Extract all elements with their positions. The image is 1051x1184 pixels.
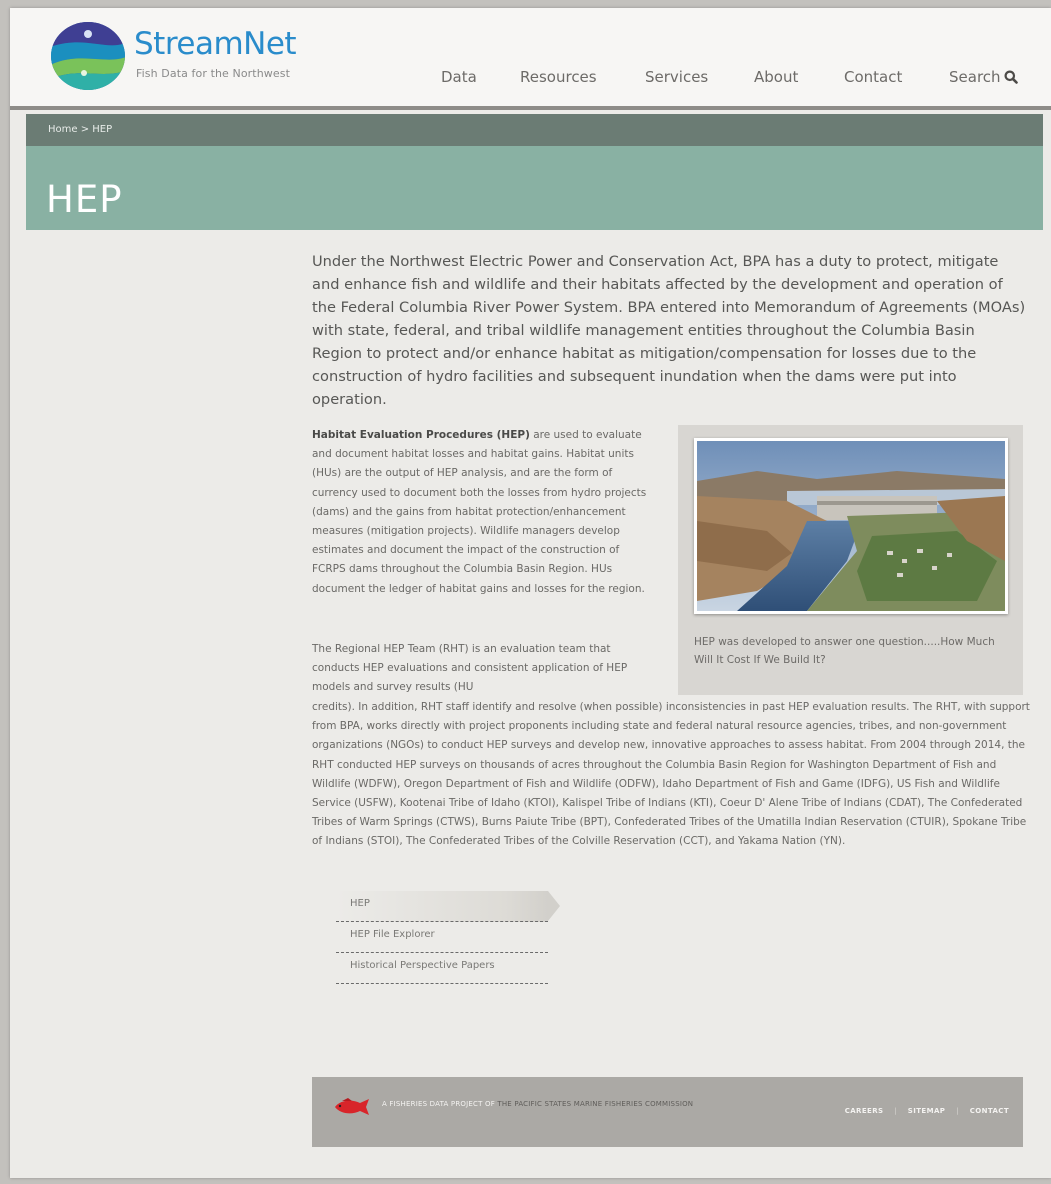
subnav-item-label: HEP [350, 898, 370, 909]
subnav-item-label: Historical Perspective Papers [350, 960, 495, 971]
psmfc-link[interactable]: THE PACIFIC STATES MARINE FISHERIES COMM… [497, 1100, 693, 1108]
section-subnav: HEP HEP File Explorer Historical Perspec… [336, 891, 566, 984]
site-footer: A FISHERIES DATA PROJECT OF THE PACIFIC … [312, 1077, 1023, 1147]
rht-paragraph-rest: credits). In addition, RHT staff identif… [312, 701, 1030, 848]
footer-credit: A FISHERIES DATA PROJECT OF THE PACIFIC … [382, 1100, 693, 1108]
subnav-item-label: HEP File Explorer [350, 929, 435, 940]
footer-separator: | [956, 1107, 959, 1115]
breadcrumb-text[interactable]: Home > HEP [48, 124, 112, 135]
content-area: Home > HEP HEP Under the Northwest Elect… [26, 114, 1043, 1172]
fish-logo-icon[interactable] [332, 1097, 372, 1121]
title-band: HEP [26, 146, 1043, 230]
dam-figure: HEP was developed to answer one question… [678, 425, 1023, 695]
hep-bold-term: Habitat Evaluation Procedures (HEP) [312, 429, 530, 441]
nav-search[interactable]: Search [949, 68, 1018, 88]
nav-about[interactable]: About [754, 68, 798, 86]
subnav-item-hep[interactable]: HEP [336, 891, 560, 922]
rht-paragraph-start: The Regional HEP Team (RHT) is an evalua… [312, 643, 628, 694]
nav-data[interactable]: Data [441, 68, 477, 86]
footer-careers-link[interactable]: CAREERS [845, 1107, 884, 1115]
footer-separator: | [894, 1107, 897, 1115]
footer-sitemap-link[interactable]: SITEMAP [908, 1107, 946, 1115]
lead-paragraph: Under the Northwest Electric Power and C… [312, 253, 1026, 408]
figure-caption: HEP was developed to answer one question… [694, 636, 995, 666]
subnav-item-historical-papers[interactable]: Historical Perspective Papers [336, 953, 548, 984]
footer-credit-prefix: A FISHERIES DATA PROJECT OF [382, 1100, 498, 1108]
page: StreamNet Fish Data for the Northwest Da… [10, 8, 1051, 1178]
dam-photo [694, 438, 1008, 614]
subnav-item-hep-file-explorer[interactable]: HEP File Explorer [336, 922, 548, 953]
nav-contact[interactable]: Contact [844, 68, 902, 86]
brand-name[interactable]: StreamNet [134, 26, 297, 62]
nav-resources[interactable]: Resources [520, 68, 597, 86]
page-title: HEP [46, 178, 123, 221]
footer-contact-link[interactable]: CONTACT [970, 1107, 1009, 1115]
search-icon [1004, 70, 1018, 88]
nav-search-label: Search [949, 68, 1001, 86]
footer-links: CAREERS | SITEMAP | CONTACT [845, 1107, 1009, 1115]
nav-services[interactable]: Services [645, 68, 708, 86]
site-header: StreamNet Fish Data for the Northwest Da… [10, 8, 1051, 110]
main-nav: Data Resources Services About Contact Se… [10, 68, 1051, 90]
breadcrumb: Home > HEP [26, 114, 1043, 146]
hep-intro-paragraph: Habitat Evaluation Procedures (HEP) are … [312, 426, 652, 599]
hep-intro-text: are used to evaluate and document habita… [312, 429, 647, 595]
active-arrow-icon [548, 891, 560, 921]
